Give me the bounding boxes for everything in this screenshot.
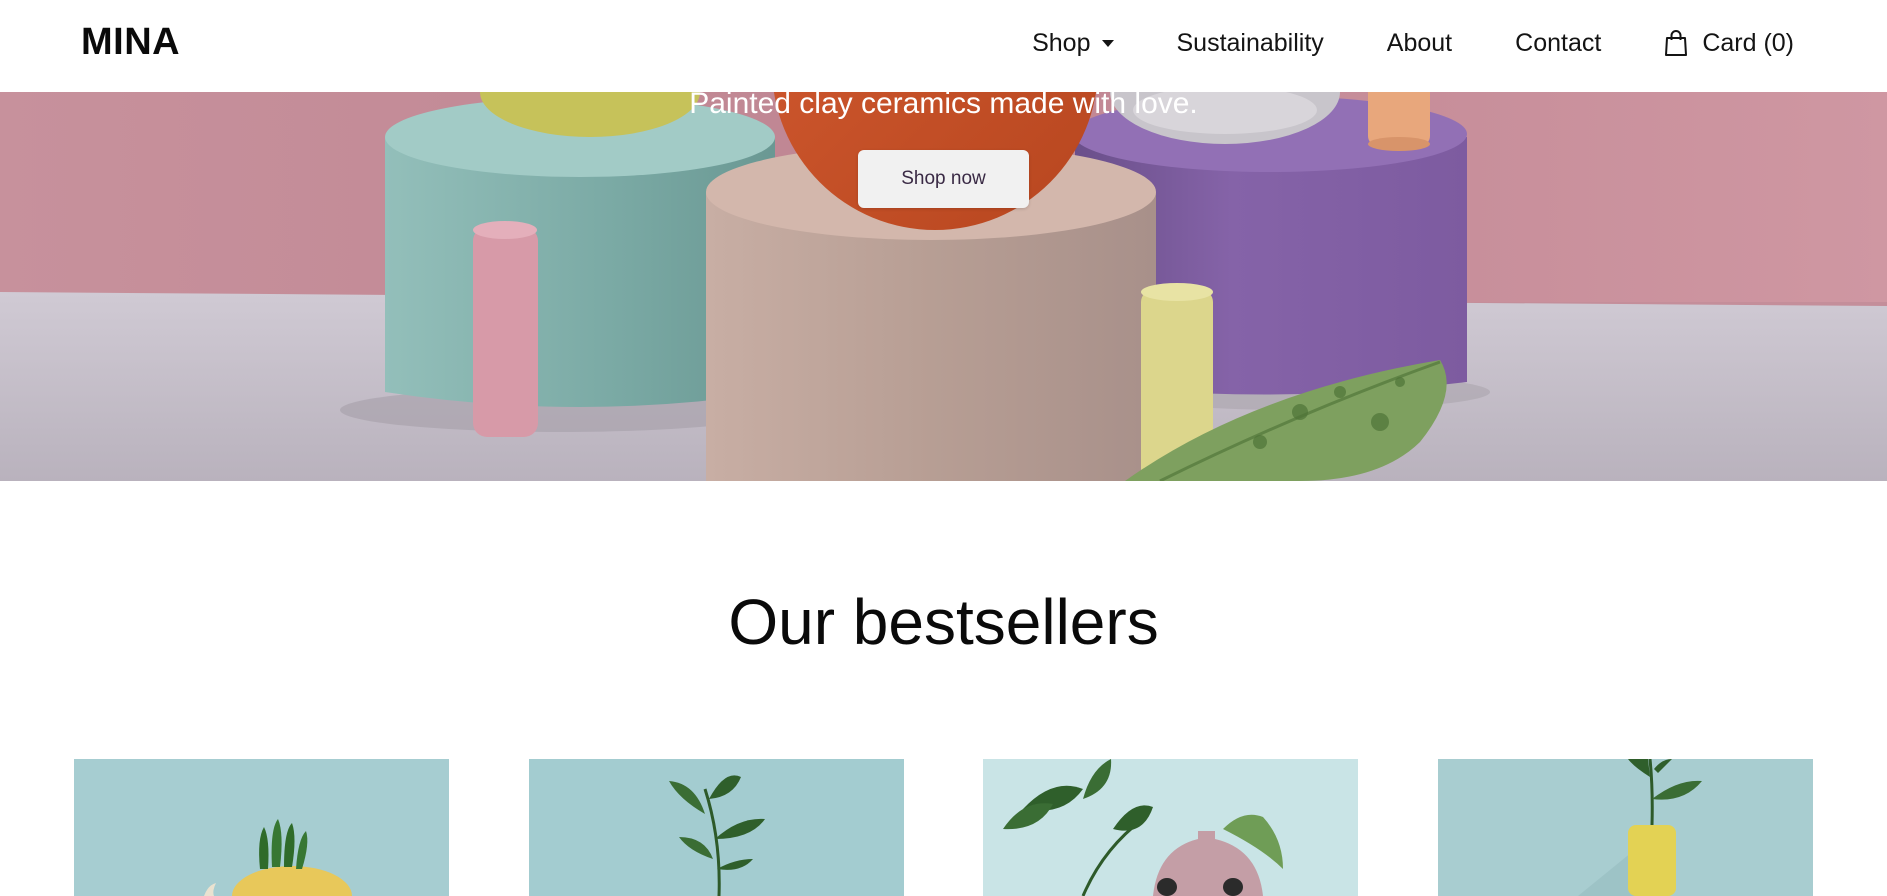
nav-shop-label: Shop: [1032, 28, 1091, 57]
product-card[interactable]: [1438, 759, 1813, 896]
hero-banner: Painted clay ceramics made with love. Sh…: [0, 92, 1887, 481]
nav-about[interactable]: About: [1387, 29, 1452, 58]
caret-down-icon: [1102, 39, 1115, 47]
hero-tagline: Painted clay ceramics made with love.: [689, 92, 1198, 120]
logo[interactable]: MINA: [81, 21, 180, 64]
plant-sprig-image: [529, 759, 904, 896]
shop-now-button[interactable]: Shop now: [858, 150, 1029, 208]
site-header: MINA Shop Sustainability About Contact C…: [0, 0, 1887, 92]
product-card[interactable]: [983, 759, 1358, 896]
product-card[interactable]: [74, 759, 449, 896]
shopping-bag-icon: [1665, 30, 1688, 56]
product-grid: [0, 759, 1887, 896]
pink-vase-plants-image: [983, 759, 1358, 896]
yellow-tube-vase-image: [1438, 759, 1813, 896]
bestsellers-title: Our bestsellers: [728, 586, 1159, 658]
nav-shop[interactable]: Shop: [1032, 28, 1115, 58]
cart-label: Card (0): [1702, 28, 1794, 57]
nav-sustainability[interactable]: Sustainability: [1176, 29, 1323, 58]
nav-contact[interactable]: Contact: [1515, 29, 1601, 58]
yellow-vase-succulent-image: [74, 759, 449, 896]
nav-cart[interactable]: Card (0): [1664, 29, 1794, 58]
main-nav: Shop Sustainability About Contact Card (…: [1032, 28, 1794, 58]
product-card[interactable]: [529, 759, 904, 896]
